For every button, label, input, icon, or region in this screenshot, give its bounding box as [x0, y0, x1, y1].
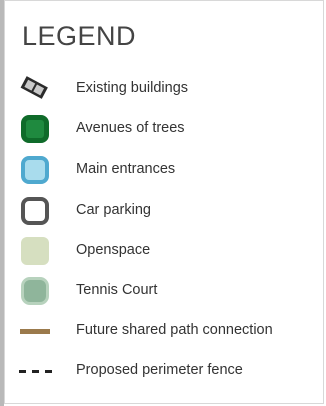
legend-item-openspace: Openspace: [5, 233, 321, 267]
legend-label: Future shared path connection: [76, 322, 273, 338]
legend-item-main-entrances: Main entrances: [5, 152, 321, 186]
legend-title: LEGEND: [22, 21, 137, 51]
legend-item-avenues-of-trees: Avenues of trees: [5, 111, 321, 145]
openspace-swatch-icon: [17, 233, 51, 267]
legend-label: Proposed perimeter fence: [76, 362, 243, 378]
legend-label: Openspace: [76, 242, 151, 258]
legend-item-future-shared-path: Future shared path connection: [5, 313, 321, 347]
shared-path-line-icon: [17, 313, 51, 347]
legend-label: Car parking: [76, 202, 151, 218]
trees-swatch-icon: [17, 111, 51, 145]
parking-swatch-icon: [17, 193, 51, 227]
legend-item-car-parking: Car parking: [5, 193, 321, 227]
legend-item-existing-buildings: Existing buildings: [5, 71, 321, 105]
legend-label: Avenues of trees: [76, 120, 185, 136]
legend-label: Tennis Court: [76, 282, 158, 298]
legend-label: Main entrances: [76, 161, 176, 177]
legend-item-tennis-court: Tennis Court: [5, 273, 321, 307]
legend-item-perimeter-fence: Proposed perimeter fence: [5, 353, 321, 387]
legend-label: Existing buildings: [76, 80, 189, 96]
map-legend: LEGEND Existing buildings Avenues of tre…: [4, 0, 324, 404]
entrance-swatch-icon: [17, 152, 51, 186]
tennis-court-swatch-icon: [17, 273, 51, 307]
fence-dashed-line-icon: [17, 353, 53, 387]
building-icon: [17, 71, 51, 105]
